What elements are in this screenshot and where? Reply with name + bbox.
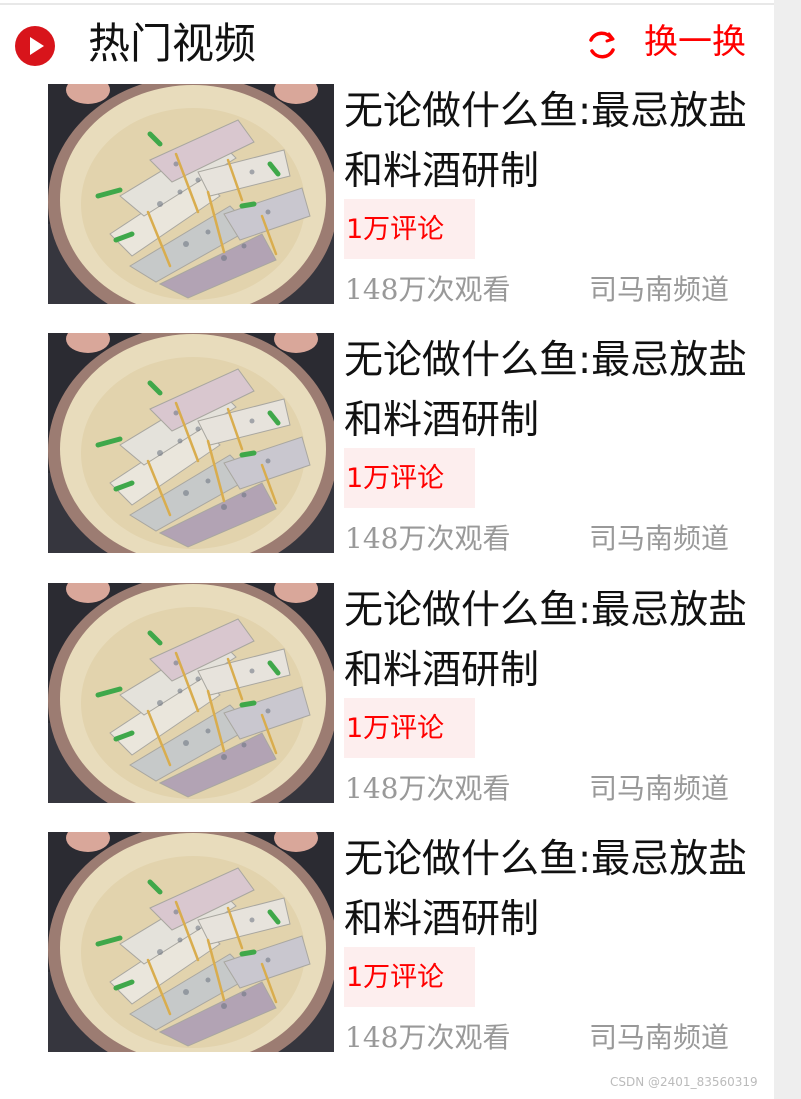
- comments-badge: 1万评论: [344, 947, 475, 1007]
- video-card[interactable]: 无论做什么鱼:最忌放盐和料酒研制 1万评论 148万次观看 司马南频道: [48, 581, 758, 805]
- channel-name[interactable]: 司马南频道: [589, 521, 729, 557]
- channel-name[interactable]: 司马南频道: [589, 272, 729, 308]
- video-title[interactable]: 无论做什么鱼:最忌放盐和料酒研制: [344, 331, 756, 451]
- video-card[interactable]: 无论做什么鱼:最忌放盐和料酒研制 1万评论 148万次观看 司马南频道: [48, 331, 758, 555]
- comments-badge: 1万评论: [344, 698, 475, 758]
- video-thumbnail[interactable]: [48, 333, 334, 553]
- comments-count: 1万评论: [346, 713, 445, 744]
- video-title[interactable]: 无论做什么鱼:最忌放盐和料酒研制: [344, 581, 756, 701]
- page-scrollbar[interactable]: [774, 0, 801, 1099]
- view-count: 148万次观看: [345, 1021, 511, 1054]
- comments-count: 1万评论: [346, 463, 445, 494]
- video-card[interactable]: 无论做什么鱼:最忌放盐和料酒研制 1万评论 148万次观看 司马南频道: [48, 82, 758, 306]
- hot-video-list: 无论做什么鱼:最忌放盐和料酒研制 1万评论 148万次观看 司马南频道 无论做什…: [0, 0, 774, 1099]
- comments-count: 1万评论: [346, 214, 445, 245]
- video-thumbnail[interactable]: [48, 583, 334, 803]
- video-title[interactable]: 无论做什么鱼:最忌放盐和料酒研制: [344, 830, 756, 950]
- view-count: 148万次观看: [345, 273, 511, 306]
- video-title[interactable]: 无论做什么鱼:最忌放盐和料酒研制: [344, 82, 756, 202]
- view-count: 148万次观看: [345, 522, 511, 555]
- comments-count: 1万评论: [346, 962, 445, 993]
- watermark: CSDN @2401_83560319: [610, 1075, 758, 1089]
- channel-name[interactable]: 司马南频道: [589, 771, 729, 807]
- video-thumbnail[interactable]: [48, 84, 334, 304]
- comments-badge: 1万评论: [344, 448, 475, 508]
- video-card[interactable]: 无论做什么鱼:最忌放盐和料酒研制 1万评论 148万次观看 司马南频道: [48, 830, 758, 1054]
- channel-name[interactable]: 司马南频道: [589, 1020, 729, 1056]
- video-thumbnail[interactable]: [48, 832, 334, 1052]
- comments-badge: 1万评论: [344, 199, 475, 259]
- view-count: 148万次观看: [345, 772, 511, 805]
